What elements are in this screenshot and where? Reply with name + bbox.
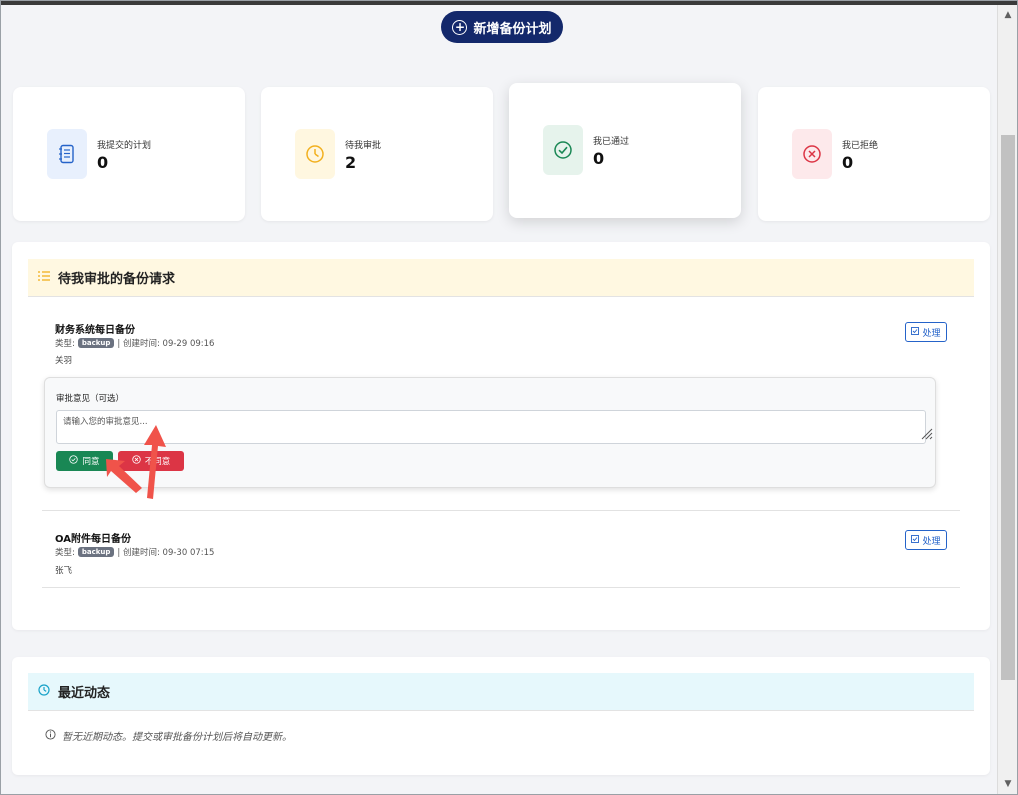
vertical-scrollbar[interactable]: ▲ ▼ (997, 5, 1017, 794)
recent-activity-title: 最近动态 (58, 686, 111, 701)
item-divider (42, 510, 960, 511)
request-user: 关羽 (55, 356, 73, 366)
info-icon (45, 728, 56, 743)
x-circle-icon (132, 455, 141, 467)
item-divider (42, 587, 960, 588)
type-badge: backup (77, 338, 115, 348)
check-circle-icon (543, 125, 583, 175)
plus-circle-icon: + (452, 19, 468, 35)
add-backup-plan-label: 新增备份计划 (473, 21, 552, 37)
stat-value: 0 (593, 149, 605, 168)
notebook-icon (47, 129, 87, 179)
recent-activity-panel: 最近动态 (12, 657, 990, 775)
scroll-up-icon[interactable]: ▲ (998, 7, 1017, 23)
clock-icon (295, 129, 335, 179)
process-label: 处理 (922, 536, 941, 547)
type-label: 类型: (55, 339, 75, 349)
stat-card-rejected[interactable]: 我已拒绝 0 (758, 87, 990, 221)
type-label: 类型: (55, 548, 75, 558)
stat-label: 我提交的计划 (97, 141, 152, 151)
request-title: OA附件每日备份 (55, 534, 131, 545)
reject-label: 不同意 (144, 457, 171, 467)
process-button[interactable]: 处理 (905, 322, 947, 342)
stat-card-approved[interactable]: 我已通过 0 (509, 83, 741, 218)
stat-card-submitted[interactable]: 我提交的计划 0 (13, 87, 245, 221)
clock-icon (38, 683, 50, 700)
request-title: 财务系统每日备份 (55, 325, 135, 336)
request-user: 张飞 (55, 566, 73, 576)
process-label: 处理 (922, 328, 941, 339)
stat-value: 0 (842, 153, 854, 172)
stat-value: 0 (97, 153, 109, 172)
stat-card-pending[interactable]: 待我审批 2 (261, 87, 493, 221)
approve-button[interactable]: 同意 (56, 451, 113, 471)
pending-approvals-title: 待我审批的备份请求 (58, 272, 176, 287)
review-label: 审批意见（可选） (56, 394, 125, 404)
process-button[interactable]: 处理 (905, 530, 947, 550)
approve-label: 同意 (82, 457, 100, 467)
scroll-thumb[interactable] (1001, 135, 1015, 680)
browser-window: + 新增备份计划 我提交的计划 0 待我审批 2 我已通过 0 我已拒绝 0 待… (0, 0, 1018, 795)
reject-button[interactable]: 不同意 (118, 451, 184, 471)
created-time: | 创建时间: 09-29 09:16 (117, 339, 215, 349)
request-meta: 类型: backup | 创建时间: 09-30 07:15 (55, 546, 214, 558)
check-circle-icon (69, 455, 79, 467)
recent-activity-empty: 暂无近期动态。提交或审批备份计划后将自动更新。 (45, 728, 292, 743)
pending-approvals-header: 待我审批的备份请求 (28, 259, 974, 297)
add-backup-plan-button[interactable]: + 新增备份计划 (441, 11, 563, 43)
recent-activity-empty-text: 暂无近期动态。提交或审批备份计划后将自动更新。 (62, 732, 292, 743)
stat-value: 2 (345, 153, 357, 172)
recent-activity-header: 最近动态 (28, 673, 974, 711)
resize-grip-icon[interactable] (921, 428, 933, 440)
review-form: 审批意见（可选） 同意 不同意 (44, 377, 936, 488)
edit-icon (911, 534, 920, 546)
request-meta: 类型: backup | 创建时间: 09-29 09:16 (55, 337, 214, 349)
type-badge: backup (77, 547, 115, 557)
edit-icon (911, 326, 920, 338)
list-icon (38, 270, 50, 285)
stat-label: 我已通过 (593, 137, 630, 147)
stat-label: 待我审批 (345, 141, 382, 151)
x-circle-icon (792, 129, 832, 179)
review-comment-input[interactable] (56, 410, 926, 444)
stat-label: 我已拒绝 (842, 141, 879, 151)
page-content: + 新增备份计划 我提交的计划 0 待我审批 2 我已通过 0 我已拒绝 0 待… (1, 5, 999, 794)
scroll-down-icon[interactable]: ▼ (998, 776, 1017, 792)
created-time: | 创建时间: 09-30 07:15 (117, 548, 215, 558)
